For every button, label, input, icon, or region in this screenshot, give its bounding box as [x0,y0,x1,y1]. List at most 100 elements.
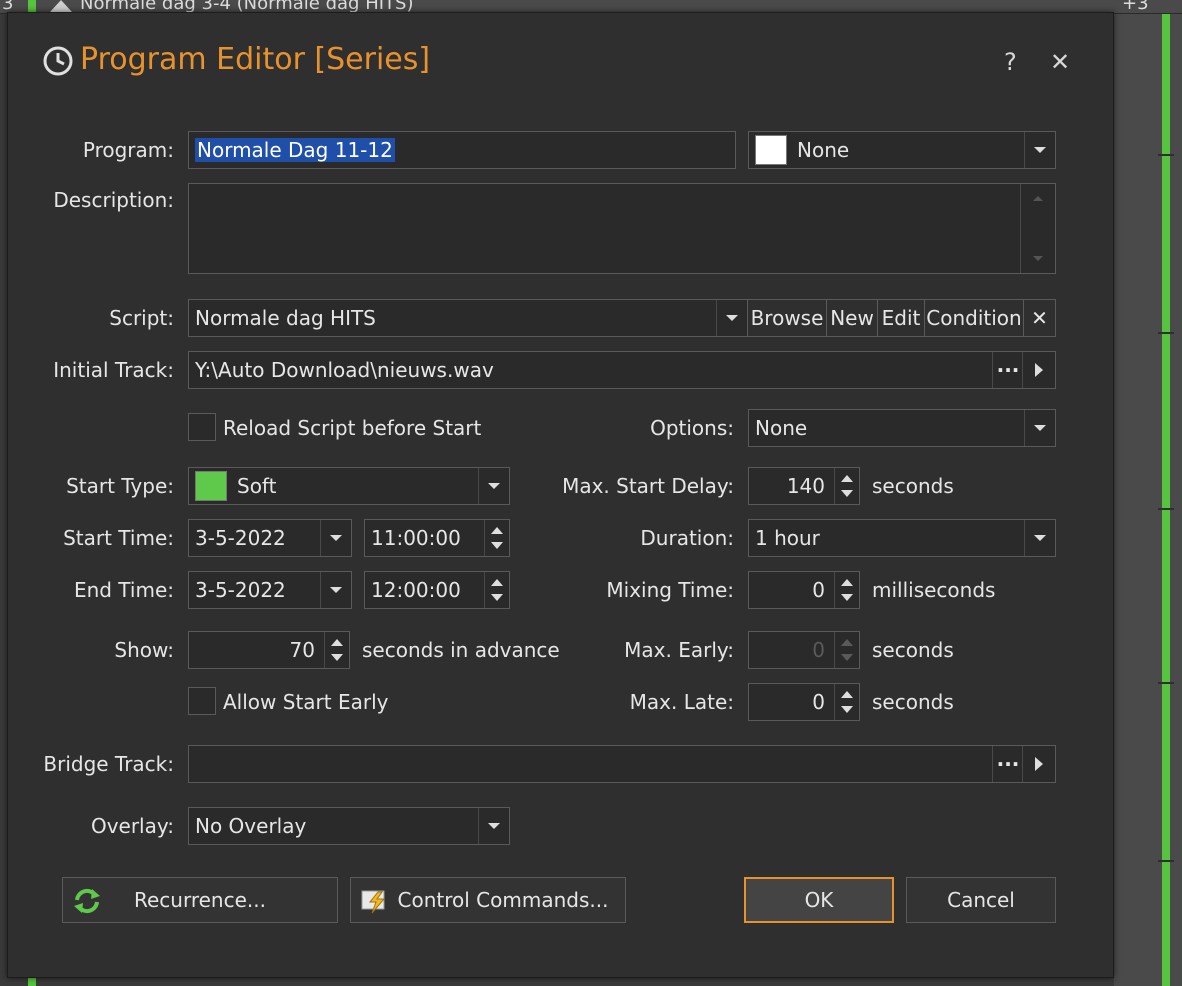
script-label: Script: [109,306,174,330]
bridge-track-label: Bridge Track: [43,752,174,776]
chevron-down-icon[interactable] [1024,410,1055,446]
end-date-value: 3-5-2022 [195,578,286,602]
color-swatch [755,135,787,165]
description-scrollbar[interactable] [1020,184,1055,273]
script-edit-button[interactable]: Edit [877,299,925,337]
mixing-time-unit: milliseconds [872,578,996,602]
background-eject-icon [50,0,72,12]
script-new-button[interactable]: New [826,299,878,337]
start-type-label: Start Type: [66,474,174,498]
options-dropdown[interactable]: None [748,409,1056,447]
background-green-bar [1162,14,1170,986]
control-commands-label: Control Commands... [397,888,609,912]
description-label: Description: [53,188,174,212]
max-late-spinner[interactable]: 0 [748,683,860,721]
play-icon[interactable] [1022,352,1055,388]
duration-dropdown[interactable]: 1 hour [748,519,1056,557]
start-date-picker[interactable]: 3-5-2022 [188,519,352,557]
chevron-down-icon[interactable] [1024,520,1055,556]
start-type-swatch [195,471,227,501]
timeline-divider [1158,508,1174,510]
allow-start-early-label: Allow Start Early [223,690,389,714]
recurrence-button[interactable]: Recurrence... [62,877,338,923]
chevron-down-icon[interactable] [320,572,351,608]
refresh-icon [74,888,100,914]
initial-track-input[interactable]: Y:\Auto Download\nieuws.wav ··· [188,351,1056,389]
chevron-down-icon[interactable] [1024,132,1055,168]
control-commands-button[interactable]: Control Commands... [350,877,626,923]
initial-track-value: Y:\Auto Download\nieuws.wav [195,358,494,382]
chevron-down-icon[interactable] [478,808,509,844]
max-start-delay-label: Max. Start Delay: [562,474,734,498]
chevron-down-icon[interactable] [478,468,509,504]
help-button[interactable]: ? [1004,48,1017,76]
options-value: None [755,416,808,440]
description-textarea[interactable] [188,183,1056,274]
program-name-value: Normale Dag 11-12 [195,138,395,162]
script-condition-button[interactable]: Condition [924,299,1024,337]
max-early-value: 0 [812,638,825,662]
max-start-delay-value: 140 [786,474,825,498]
start-time-value: 11:00:00 [371,526,461,550]
script-dropdown[interactable]: Normale dag HITS [188,299,748,337]
reload-script-checkbox[interactable] [188,413,216,441]
end-time-value: 12:00:00 [371,578,461,602]
script-browse-button[interactable]: Browse [747,299,827,337]
cancel-button[interactable]: Cancel [906,877,1056,923]
max-late-value: 0 [812,690,825,714]
max-start-delay-spinner[interactable]: 140 [748,467,860,505]
script-clear-button[interactable]: ✕ [1023,299,1056,337]
overlay-label: Overlay: [90,814,174,838]
mixing-time-value: 0 [812,578,825,602]
end-date-picker[interactable]: 3-5-2022 [188,571,352,609]
timeline-divider [1158,860,1174,862]
mixing-time-label: Mixing Time: [606,578,734,602]
background-row-count: +3 [1122,0,1149,14]
close-button[interactable]: ✕ [1050,48,1070,76]
end-time-spinner[interactable]: 12:00:00 [364,571,510,609]
bridge-track-input[interactable]: ··· [188,745,1056,783]
show-label: Show: [114,638,174,662]
lightning-icon [361,890,386,914]
spinner-arrows[interactable] [484,572,509,608]
overlay-value: No Overlay [195,814,307,838]
chevron-down-icon[interactable] [716,300,747,336]
play-icon[interactable] [1022,746,1055,782]
start-time-spinner[interactable]: 11:00:00 [364,519,510,557]
duration-value: 1 hour [755,526,820,550]
initial-track-browse-button[interactable]: ··· [992,352,1023,388]
show-value: 70 [289,638,315,662]
chevron-down-icon[interactable] [320,520,351,556]
max-early-spinner[interactable]: 0 [748,631,860,669]
spinner-arrows[interactable] [484,520,509,556]
max-late-unit: seconds [872,690,954,714]
allow-start-early-checkbox[interactable] [188,687,216,715]
clock-icon [43,46,73,76]
timeline-divider [1158,682,1174,684]
max-early-unit: seconds [872,638,954,662]
start-time-label: Start Time: [63,526,174,550]
program-color-dropdown[interactable]: None [748,131,1056,169]
mixing-time-spinner[interactable]: 0 [748,571,860,609]
reload-script-label: Reload Script before Start [223,416,482,440]
show-unit: seconds in advance [362,638,560,662]
max-start-delay-unit: seconds [872,474,954,498]
program-color-value: None [797,138,850,162]
spinner-arrows[interactable] [834,684,859,720]
bridge-track-browse-button[interactable]: ··· [992,746,1023,782]
spinner-arrows[interactable] [834,632,859,668]
spinner-arrows[interactable] [834,468,859,504]
overlay-dropdown[interactable]: No Overlay [188,807,510,845]
start-date-value: 3-5-2022 [195,526,286,550]
duration-label: Duration: [640,526,734,550]
ok-button[interactable]: OK [744,877,894,923]
script-value: Normale dag HITS [195,306,376,330]
show-spinner[interactable]: 70 [188,631,350,669]
start-type-dropdown[interactable]: Soft [188,467,510,505]
spinner-arrows[interactable] [834,572,859,608]
spinner-arrows[interactable] [324,632,349,668]
background-timeline [1114,14,1182,986]
program-name-input[interactable]: Normale Dag 11-12 [188,131,736,169]
recurrence-label: Recurrence... [134,888,266,912]
start-type-value: Soft [237,474,277,498]
